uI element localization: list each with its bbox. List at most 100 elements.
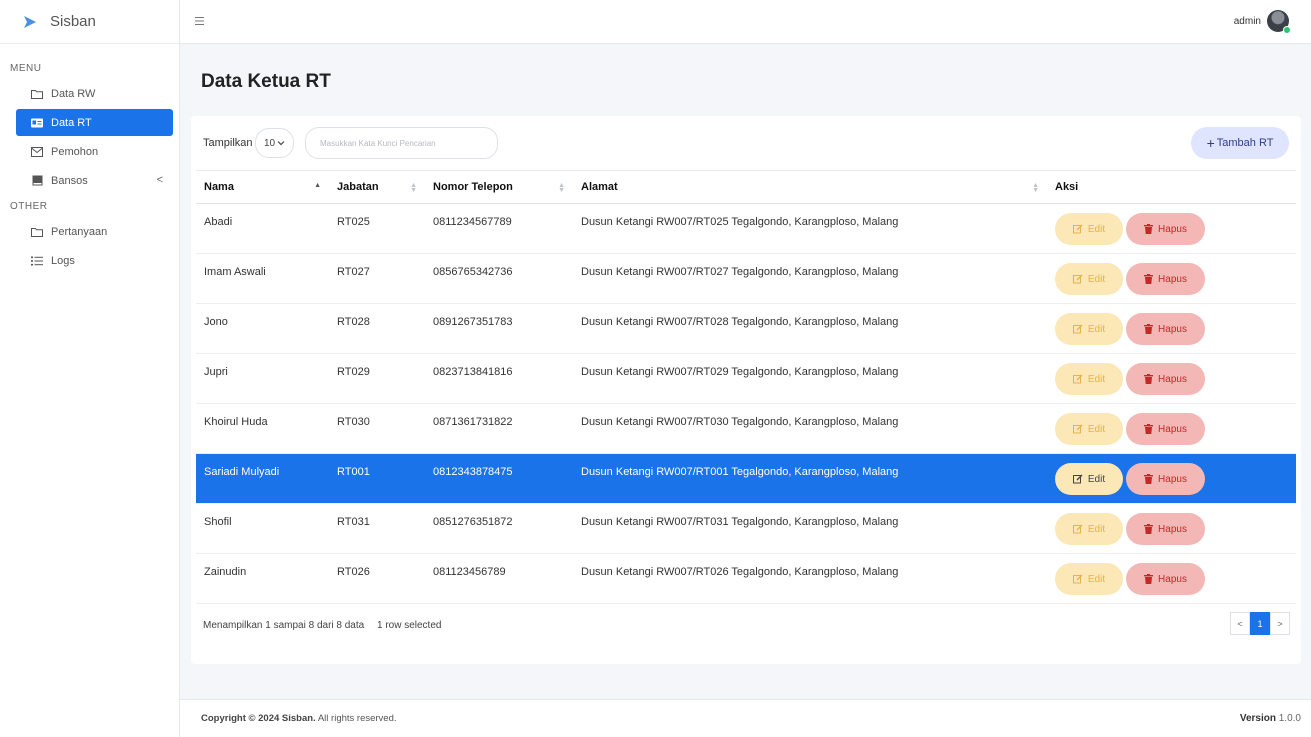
delete-button[interactable]: Hapus [1126,413,1205,445]
edit-icon [1072,424,1083,434]
sidebar-item-label: Pertanyaan [51,225,108,238]
cell-alamat: Dusun Ketangi RW007/RT031 Tegalgondo, Ka… [581,516,899,528]
delete-button[interactable]: Hapus [1126,463,1205,495]
cell-alamat: Dusun Ketangi RW007/RT029 Tegalgondo, Ka… [581,366,899,378]
edit-button[interactable]: Edit [1055,563,1123,595]
page-footer: Copyright © 2024 Sisban. All rights rese… [180,699,1311,737]
edit-label: Edit [1087,423,1106,435]
delete-label: Hapus [1158,223,1187,235]
avatar[interactable] [1267,10,1291,34]
edit-label: Edit [1087,323,1106,335]
list-icon [30,255,44,267]
cell-jabatan: RT031 [337,516,370,528]
table-row[interactable]: Shofil RT031 0851276351872 Dusun Ketangi RW… [196,504,1296,554]
cell-jabatan: RT001 [337,466,370,478]
column-header-jabatan[interactable]: Jabatan ▲ ▼ [329,170,425,204]
table-row[interactable]: Jono RT028 0891267351783 Dusun Ketangi RW00… [196,304,1296,354]
copyright-brand[interactable]: Sisban. [282,713,316,724]
cell-telepon: 0856765342736 [433,266,513,278]
cell-aksi: Edit Hapus [1047,204,1296,254]
sidebar-item-label: Pemohon [51,145,99,158]
edit-icon [1072,224,1083,234]
edit-button[interactable]: Edit [1055,363,1123,395]
edit-button[interactable]: Edit [1055,263,1123,295]
table-row[interactable]: Zainudin RT026 081123456789 Dusun Ketangi R… [196,554,1296,604]
edit-icon [1072,474,1083,484]
trash-icon [1144,374,1154,384]
trash-icon [1144,274,1154,284]
selection-info: 1 row selected [376,620,442,631]
sidebar-item-label: Logs [51,254,75,267]
sidebar-item-logs[interactable]: Logs [16,247,173,274]
delete-label: Hapus [1158,323,1187,335]
cell-alamat: Dusun Ketangi RW007/RT030 Tegalgondo, Ka… [581,416,899,428]
cell-jabatan: RT029 [337,366,370,378]
edit-label: Edit [1087,573,1106,585]
column-header-telepon[interactable]: Nomor Telepon ▲ ▼ [425,170,573,204]
sidebar-item-bansos[interactable]: Bansos < [16,167,173,194]
user-name: admin [1233,15,1261,27]
cell-telepon: 0811234567789 [433,216,512,228]
sidebar-item-pemohon[interactable]: Pemohon [16,138,173,165]
column-header-aksi: Aksi [1047,170,1296,204]
search-input[interactable] [305,127,498,159]
pagination: < 1 > [1230,612,1290,635]
edit-button[interactable]: Edit [1055,463,1123,495]
add-rt-button[interactable]: + Tambah RT [1191,127,1289,159]
column-header-alamat[interactable]: Alamat ▲ ▼ [573,170,1047,204]
cell-aksi: Edit Hapus [1047,254,1296,304]
edit-button[interactable]: Edit [1055,413,1123,445]
cell-aksi: Edit Hapus [1047,404,1296,454]
brand[interactable]: Sisban [0,0,179,44]
sidebar-item-pertanyaan[interactable]: Pertanyaan [16,218,173,245]
page-size-select[interactable]: 10 [255,128,294,158]
sidebar-item-data-rw[interactable]: Data RW [16,80,173,107]
sidebar-item-label: Data RW [51,87,96,100]
delete-button[interactable]: Hapus [1126,213,1205,245]
delete-label: Hapus [1158,423,1187,435]
chevron-left-icon[interactable]: < [157,174,163,186]
prev-page-button[interactable]: < [1230,612,1250,635]
copyright-prefix: Copyright © 2024 [201,713,280,724]
table-row[interactable]: Abadi RT025 0811234567789 Dusun Ketangi RW0… [196,204,1296,254]
next-page-button[interactable]: > [1270,612,1290,635]
edit-button[interactable]: Edit [1055,213,1123,245]
data-card: Tampilkan 10 + Tambah RT Nama▲ Jabatan▲▼… [191,116,1301,664]
delete-button[interactable]: Hapus [1126,513,1205,545]
brand-name: Sisban [50,13,96,30]
edit-button[interactable]: Edit [1055,513,1123,545]
column-header-nama[interactable]: Nama ▲ [196,170,329,204]
cell-alamat: Dusun Ketangi RW007/RT027 Tegalgondo, Ka… [581,266,899,278]
delete-button[interactable]: Hapus [1126,263,1205,295]
version-label: Version [1239,713,1276,724]
sidebar-item-data-rt[interactable]: Data RT [16,109,173,136]
cell-aksi: Edit Hapus [1047,454,1296,504]
cell-nama: Jupri [204,366,228,378]
edit-icon [1072,324,1083,334]
cell-telepon: 081123456789 [433,566,506,578]
table-row[interactable]: Jupri RT029 0823713841816 Dusun Ketangi RW0… [196,354,1296,404]
menu-section-header: MENU [10,62,42,74]
table-info: Menampilkan 1 sampai 8 dari 8 data 1 row… [203,620,441,631]
cell-jabatan: RT027 [337,266,370,278]
user-menu[interactable]: admin [1233,10,1291,34]
table-row[interactable]: Sariadi Mulyadi RT001 0812343878475 Dusun K… [196,453,1296,504]
hamburger-menu-icon[interactable] [194,14,208,28]
delete-button[interactable]: Hapus [1126,563,1205,595]
sidebar: Sisban MENU Data RW Data RT Pemohon Bans… [0,0,180,737]
table-row[interactable]: Khoirul Huda RT030 0871361731822 Dusun Keta… [196,404,1296,454]
cell-nama: Jono [204,316,228,328]
delete-button[interactable]: Hapus [1126,313,1205,345]
delete-button[interactable]: Hapus [1126,363,1205,395]
table-row[interactable]: Imam Aswali RT027 0856765342736 Dusun Ketan… [196,254,1296,304]
cell-aksi: Edit Hapus [1047,554,1296,604]
cell-jabatan: RT026 [337,566,370,578]
edit-icon [1072,574,1083,584]
sort-icon: ▲ ▼ [558,182,565,194]
add-rt-label: Tambah RT [1216,137,1274,149]
cell-jabatan: RT025 [337,216,370,228]
edit-icon [1072,374,1083,384]
copyright: Copyright © 2024 Sisban. All rights rese… [201,713,397,724]
edit-button[interactable]: Edit [1055,313,1123,345]
page-1-button[interactable]: 1 [1250,612,1270,635]
